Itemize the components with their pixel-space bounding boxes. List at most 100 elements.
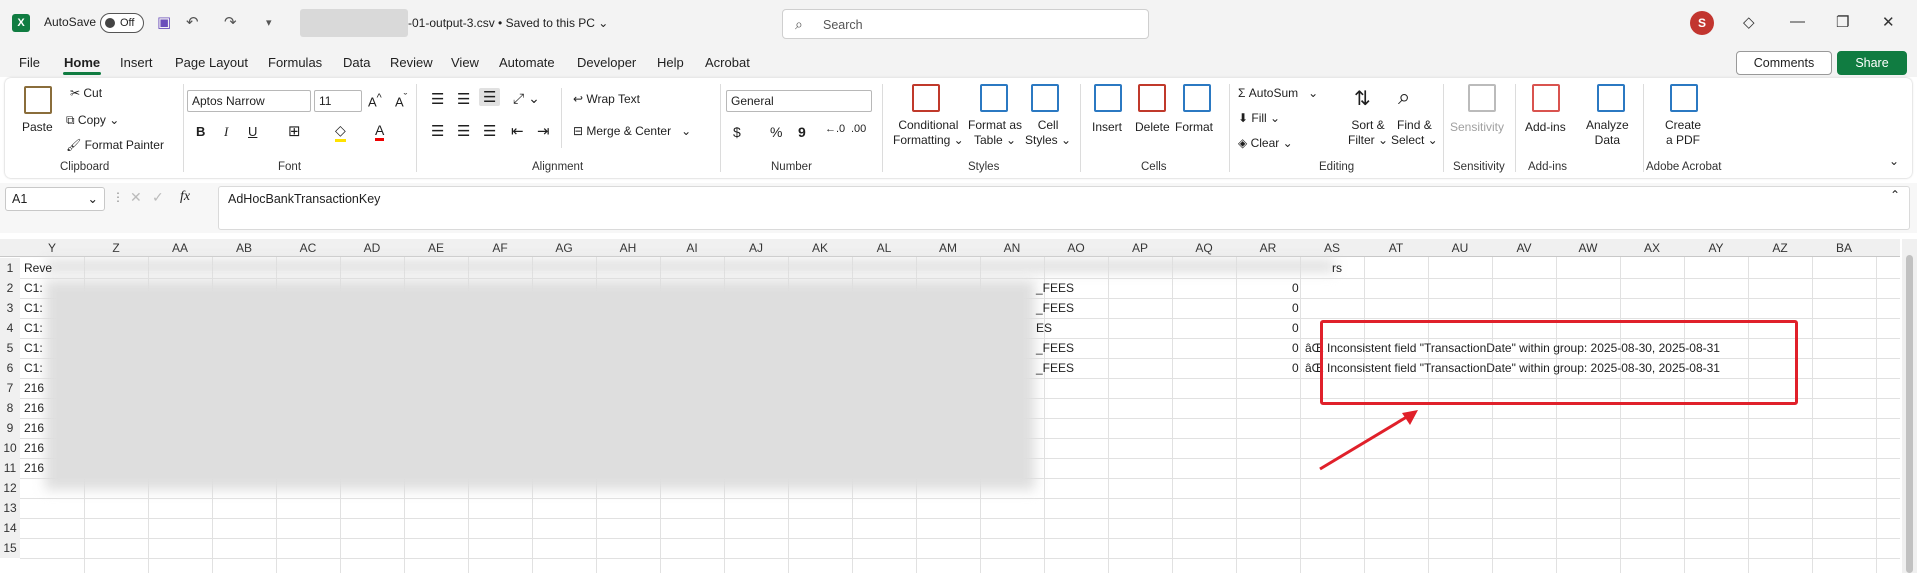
cell-y[interactable]: C1: (24, 321, 43, 335)
insert-cells-button[interactable]: Insert (1092, 120, 1122, 134)
bold-button[interactable]: B (196, 124, 205, 139)
column-header[interactable]: AT (1364, 241, 1428, 257)
name-box[interactable]: A1 ⌄ (5, 187, 105, 211)
row-header[interactable]: 12 (0, 478, 20, 498)
font-name-select[interactable]: Aptos Narrow (187, 90, 311, 112)
add-ins-icon[interactable] (1532, 84, 1560, 112)
expand-formula-icon[interactable]: ⌃ (1890, 188, 1900, 202)
paste-icon[interactable] (24, 86, 52, 114)
row-header[interactable]: 4 (0, 318, 20, 338)
row-header[interactable]: 1 (0, 258, 20, 278)
tab-file[interactable]: File (19, 55, 40, 70)
column-header[interactable]: AL (852, 241, 916, 257)
comma-button[interactable]: 9 (798, 124, 806, 140)
row-header[interactable]: 11 (0, 458, 20, 478)
column-header[interactable]: AO (1044, 241, 1108, 257)
cell-an[interactable]: _FEES (1036, 361, 1074, 375)
share-button[interactable]: Share (1837, 51, 1907, 75)
tab-data[interactable]: Data (343, 55, 370, 70)
tab-page-layout[interactable]: Page Layout (175, 55, 248, 70)
cell-as[interactable]: rs (1332, 261, 1342, 275)
decrease-indent-icon[interactable]: ⇤ (511, 122, 524, 140)
cell-y[interactable]: 216 (24, 441, 44, 455)
row-header[interactable]: 7 (0, 378, 20, 398)
enter-icon[interactable]: ✓ (152, 189, 164, 206)
cell-y[interactable]: C1: (24, 341, 43, 355)
column-header[interactable]: AQ (1172, 241, 1236, 257)
column-header[interactable]: AS (1300, 241, 1364, 257)
cell-ar[interactable]: 0 (1292, 301, 1299, 315)
formula-input[interactable] (218, 186, 1910, 230)
fill-button[interactable]: ⬇ Fill ⌄ (1238, 111, 1280, 125)
tab-view[interactable]: View (451, 55, 479, 70)
cut-button[interactable]: ✂ Cut (70, 86, 102, 100)
font-size-select[interactable]: 11 (314, 90, 362, 112)
cell-styles-icon[interactable] (1031, 84, 1059, 112)
analyze-data-icon[interactable] (1597, 84, 1625, 112)
copy-button[interactable]: ⧉ Copy ⌄ (66, 113, 119, 128)
format-painter-button[interactable]: 🖌 Format Painter (66, 138, 164, 152)
save-icon[interactable]: ▣ (157, 13, 171, 31)
row-header[interactable]: 2 (0, 278, 20, 298)
row-header[interactable]: 8 (0, 398, 20, 418)
diamond-icon[interactable]: ◇ (1743, 13, 1755, 31)
underline-button[interactable]: U (248, 124, 257, 139)
shrink-font-icon[interactable]: Aˇ (395, 92, 407, 109)
column-header[interactable]: AF (468, 241, 532, 257)
cell-y[interactable]: Reve (24, 261, 52, 275)
cell-an[interactable]: _FEES (1036, 281, 1074, 295)
restore-icon[interactable]: ❐ (1836, 13, 1849, 31)
column-header[interactable]: AJ (724, 241, 788, 257)
cell-ar[interactable]: 0 (1292, 281, 1299, 295)
format-cells-icon[interactable] (1183, 84, 1211, 112)
increase-indent-icon[interactable]: ⇥ (537, 122, 550, 140)
undo-icon[interactable]: ↶ (186, 13, 199, 31)
customize-icon[interactable]: ▾ (266, 16, 272, 29)
column-header[interactable]: AG (532, 241, 596, 257)
cell-y[interactable]: C1: (24, 361, 43, 375)
redo-icon[interactable]: ↷ (224, 13, 237, 31)
cell-y[interactable]: C1: (24, 301, 43, 315)
cell-ar[interactable]: 0 (1292, 341, 1299, 355)
fill-color-icon[interactable]: ◇ (335, 122, 346, 142)
conditional-formatting-icon[interactable] (912, 84, 940, 112)
align-right-icon[interactable]: ☰ (483, 122, 496, 140)
borders-icon[interactable]: ⊞ (288, 122, 301, 140)
comments-button[interactable]: Comments (1736, 51, 1832, 75)
column-header[interactable]: AD (340, 241, 404, 257)
format-cells-button[interactable]: Format (1175, 120, 1213, 134)
column-header[interactable]: AP (1108, 241, 1172, 257)
orientation-icon[interactable]: ⤢ ⌄ (513, 90, 540, 107)
tab-home[interactable]: Home (64, 55, 100, 70)
row-header[interactable]: 14 (0, 518, 20, 538)
column-header[interactable]: AZ (1748, 241, 1812, 257)
column-header[interactable]: AI (660, 241, 724, 257)
align-left-icon[interactable]: ☰ (431, 122, 444, 140)
decrease-decimal-icon[interactable]: .00 (851, 123, 866, 135)
format-as-table-button[interactable]: Format as Table ⌄ (968, 118, 1022, 148)
cell-y[interactable]: 216 (24, 461, 44, 475)
align-center-icon[interactable]: ☰ (457, 122, 470, 140)
create-pdf-button[interactable]: Create a PDF (1665, 118, 1701, 148)
filename[interactable]: -01-output-3.csv • Saved to this PC ⌄ (408, 16, 608, 30)
find-select-button[interactable]: Find & Select ⌄ (1391, 118, 1438, 148)
create-pdf-icon[interactable] (1670, 84, 1698, 112)
column-header[interactable]: AY (1684, 241, 1748, 257)
cell-styles-button[interactable]: Cell Styles ⌄ (1025, 118, 1071, 148)
percent-button[interactable]: % (770, 124, 782, 140)
row-header[interactable]: 9 (0, 418, 20, 438)
add-ins-button[interactable]: Add-ins (1525, 120, 1566, 134)
currency-button[interactable]: $ (733, 124, 741, 140)
column-header[interactable]: Z (84, 241, 148, 257)
cell-y[interactable]: C1: (24, 281, 43, 295)
column-header[interactable]: AU (1428, 241, 1492, 257)
column-header[interactable]: AE (404, 241, 468, 257)
cell-y[interactable]: 216 (24, 421, 44, 435)
cell-y[interactable]: 216 (24, 401, 44, 415)
search-input[interactable]: ⌕ Search (782, 9, 1149, 39)
cell-an[interactable]: ES (1036, 321, 1052, 335)
analyze-data-button[interactable]: Analyze Data (1586, 118, 1629, 148)
column-header[interactable]: AX (1620, 241, 1684, 257)
align-top-icon[interactable]: ☰ (431, 90, 444, 108)
avatar[interactable]: S (1690, 11, 1714, 35)
